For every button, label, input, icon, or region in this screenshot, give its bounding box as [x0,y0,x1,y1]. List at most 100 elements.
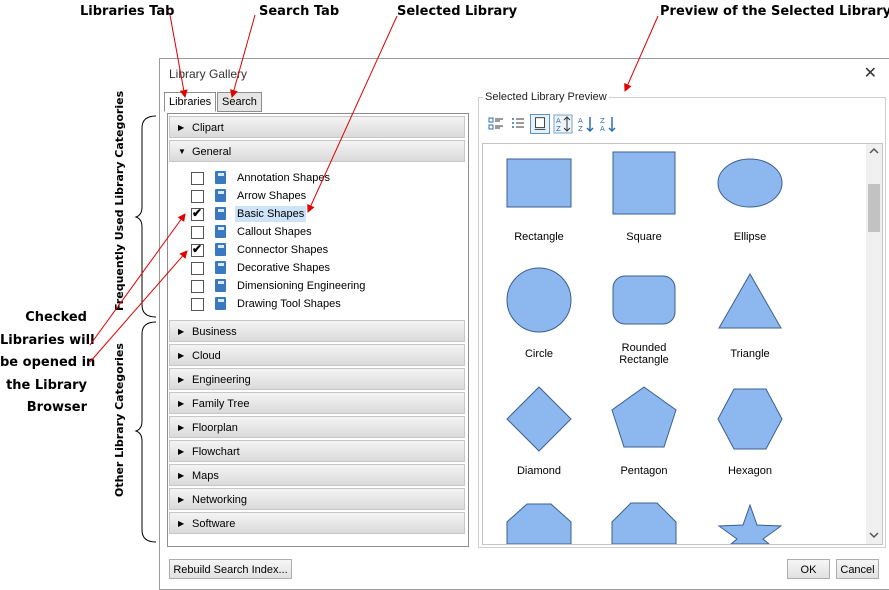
close-icon[interactable]: ✕ [864,63,877,83]
sort-ascending-icon[interactable]: A Z [576,114,596,134]
library-book-icon [215,261,226,274]
shape-label-ellipse: Ellipse [733,231,767,243]
other-categories-label: Other Library Categories [113,343,126,497]
library-checkbox[interactable] [191,226,204,239]
library-checkbox[interactable]: ✔ [191,242,204,257]
scroll-up-icon[interactable] [869,147,879,155]
sort-descending-icon[interactable]: Z A [598,114,618,134]
category-label: Family Tree [192,398,250,410]
cancel-button[interactable]: Cancel [836,559,879,579]
category-software[interactable]: ▶ Software [169,512,465,534]
sort-toggle-icon[interactable]: A Z [553,114,573,134]
collapsed-arrow-icon: ▶ [178,447,185,456]
library-checkbox[interactable] [191,172,204,185]
callout-checked-line: Checked [25,310,87,325]
library-label[interactable]: Decorative Shapes [235,260,332,276]
rounded-rectangle-shape [612,275,676,325]
category-floorplan[interactable]: ▶ Floorplan [169,416,465,438]
collapsed-arrow-icon: ▶ [178,327,185,336]
shape-label-hexagon: Hexagon [727,465,773,477]
ok-button[interactable]: OK [787,559,830,579]
category-label: Business [192,326,237,338]
category-family-tree[interactable]: ▶ Family Tree [169,392,465,414]
shape-label-rounded-rectangle: Rounded Rectangle [619,342,669,366]
library-item-basic-shapes[interactable]: ✔ Basic Shapes [182,205,452,223]
library-label[interactable]: Connector Shapes [235,242,330,258]
star-shape [717,503,783,544]
shape-label-pentagon: Pentagon [620,465,668,477]
expanded-arrow-icon: ▼ [178,147,186,156]
svg-text:Z: Z [556,125,561,133]
library-checkbox[interactable] [191,298,204,311]
dialog-title: Library Gallery [169,67,248,81]
library-book-icon [215,171,226,184]
list-view-icon[interactable] [508,114,528,134]
category-flowchart[interactable]: ▶ Flowchart [169,440,465,462]
svg-text:Z: Z [600,117,605,125]
shape-label-circle: Circle [524,348,554,360]
preview-title: Selected Library Preview [483,91,609,103]
scroll-down-icon[interactable] [869,531,879,539]
collapsed-arrow-icon: ▶ [178,399,185,408]
preview-scrollbar[interactable] [866,144,882,544]
square-shape [612,151,676,215]
library-label[interactable]: Arrow Shapes [235,188,308,204]
triangle-shape [718,272,782,329]
collapsed-arrow-icon: ▶ [178,519,185,528]
collapsed-arrow-icon: ▶ [178,471,185,480]
tab-search[interactable]: Search [217,92,262,112]
library-item-connector-shapes[interactable]: ✔ Connector Shapes [182,241,452,259]
callout-checked-line: be opened in [0,355,96,370]
diamond-shape [506,386,572,452]
heptagon-shape [506,503,572,544]
category-general[interactable]: ▼ General [169,140,465,162]
category-label: General [192,146,232,158]
library-label[interactable]: Drawing Tool Shapes [235,296,343,312]
collapsed-arrow-icon: ▶ [178,495,185,504]
category-engineering[interactable]: ▶ Engineering [169,368,465,390]
other-brace [134,321,157,543]
collapsed-arrow-icon: ▶ [178,351,185,360]
library-label[interactable]: Dimensioning Engineering [235,278,367,294]
circle-shape [506,267,572,333]
shape-label-square: Square [626,231,662,243]
category-networking[interactable]: ▶ Networking [169,488,465,510]
frequently-used-categories-label: Frequently Used Library Categories [113,90,126,311]
collapsed-arrow-icon: ▶ [178,123,185,132]
shape-label-rectangle: Rectangle [514,231,564,243]
library-book-icon [215,207,226,220]
category-maps[interactable]: ▶ Maps [169,464,465,486]
category-clipart[interactable]: ▶ Clipart [169,116,465,138]
library-label[interactable]: Annotation Shapes [235,170,332,186]
scrollbar-thumb[interactable] [868,184,880,232]
library-label[interactable]: Callout Shapes [235,224,314,240]
library-book-icon [215,297,226,310]
tab-libraries[interactable]: Libraries [164,92,217,112]
category-cloud[interactable]: ▶ Cloud [169,344,465,366]
library-checkbox[interactable] [191,262,204,275]
library-label-selected[interactable]: Basic Shapes [235,206,307,222]
details-view-icon[interactable] [486,114,506,134]
library-item-dimensioning-engineering[interactable]: Dimensioning Engineering [182,277,452,295]
library-checkbox[interactable] [191,190,204,203]
library-item-callout-shapes[interactable]: Callout Shapes [182,223,452,241]
library-item-drawing-tool-shapes[interactable]: Drawing Tool Shapes [182,295,452,313]
large-icons-view-icon[interactable] [530,114,550,134]
callout-checked-line: Browser [26,400,87,415]
check-icon: ✔ [192,206,203,220]
shape-label-triangle: Triangle [730,348,770,360]
library-item-annotation-shapes[interactable]: Annotation Shapes [182,169,452,187]
callout-search-tab: Search Tab [259,4,340,19]
library-checkbox[interactable]: ✔ [191,206,204,221]
category-label: Clipart [192,122,224,134]
library-checkbox[interactable] [191,280,204,293]
collapsed-arrow-icon: ▶ [178,423,185,432]
library-item-arrow-shapes[interactable]: Arrow Shapes [182,187,452,205]
octagon-shape [611,502,677,544]
library-category-panel: ▶ Clipart ▼ General Annotation Shapes Ar… [167,113,469,547]
category-business[interactable]: ▶ Business [169,320,465,342]
library-item-decorative-shapes[interactable]: Decorative Shapes [182,259,452,277]
category-label: Cloud [192,350,221,362]
library-preview-area[interactable]: Rectangle Square Ellipse Circle Rounded … [482,143,883,545]
rebuild-search-index-button[interactable]: Rebuild Search Index... [169,559,292,579]
